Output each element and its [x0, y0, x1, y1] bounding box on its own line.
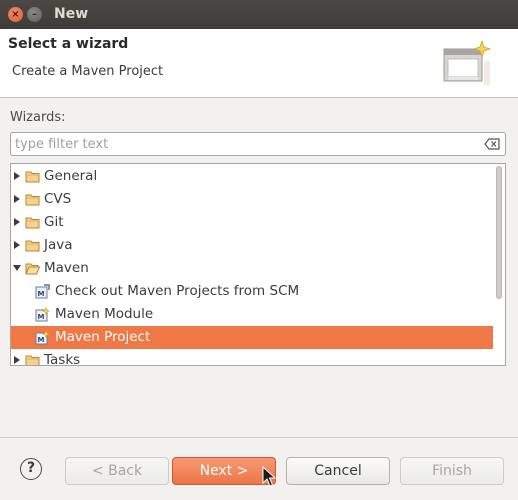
- collapse-arrow-icon[interactable]: [12, 263, 22, 273]
- maven-project-icon: M: [35, 330, 50, 345]
- back-button[interactable]: < Back: [65, 457, 169, 485]
- tree-item-label: Maven: [44, 260, 89, 276]
- tree-item-label: Check out Maven Projects from SCM: [55, 283, 300, 299]
- cancel-button[interactable]: Cancel: [286, 457, 390, 485]
- scrollbar-thumb[interactable]: [496, 166, 502, 299]
- close-window-button[interactable]: ×: [8, 7, 23, 22]
- expand-arrow-icon[interactable]: [12, 171, 22, 181]
- folder-icon: [25, 194, 40, 206]
- tree-item-cvs[interactable]: CVS: [11, 188, 493, 211]
- folder-icon: [25, 171, 40, 183]
- tree-item-java[interactable]: Java: [11, 234, 493, 257]
- finish-button[interactable]: Finish: [400, 457, 504, 485]
- header-description: Create a Maven Project: [12, 64, 164, 79]
- tree-item-maven[interactable]: Maven: [11, 257, 493, 280]
- help-button[interactable]: ?: [20, 458, 42, 480]
- tree-item-label: General: [44, 168, 98, 184]
- expand-arrow-icon[interactable]: [12, 240, 22, 250]
- title-bar: × – New: [0, 0, 518, 29]
- folder-icon: [25, 217, 40, 229]
- minimize-window-button[interactable]: –: [27, 7, 42, 22]
- tree-item-tasks[interactable]: Tasks: [11, 349, 493, 366]
- svg-text:M: M: [38, 336, 45, 344]
- window-title: New: [54, 6, 89, 22]
- open-folder-icon: [25, 263, 40, 275]
- filter-input[interactable]: [15, 135, 475, 153]
- tree-item-maven-project[interactable]: M Maven Project: [11, 326, 493, 349]
- tree-item-label: CVS: [44, 191, 72, 207]
- svg-text:M: M: [38, 290, 45, 298]
- wizards-label: Wizards:: [10, 110, 66, 125]
- svg-text:M: M: [38, 313, 45, 321]
- filter-field: [10, 132, 506, 156]
- tree-item-label: Tasks: [44, 352, 81, 366]
- maven-checkout-icon: M: [35, 284, 50, 299]
- tree-item-git[interactable]: Git: [11, 211, 493, 234]
- maven-module-icon: M: [35, 307, 50, 322]
- header-title: Select a wizard: [8, 36, 129, 52]
- new-wizard-banner-icon: [443, 39, 492, 85]
- tree-item-label: Maven Project: [55, 329, 151, 345]
- expand-arrow-icon[interactable]: [12, 194, 22, 204]
- tree-item-general[interactable]: General: [11, 165, 493, 188]
- folder-icon: [25, 355, 40, 365]
- footer-divider: [0, 437, 518, 438]
- tree-item-maven-module[interactable]: M Maven Module: [11, 303, 493, 326]
- next-button[interactable]: Next >: [172, 457, 276, 485]
- folder-icon: [25, 240, 40, 252]
- tree-scrollbar[interactable]: [495, 166, 503, 363]
- tree-item-label: Maven Module: [55, 306, 154, 322]
- clear-filter-icon[interactable]: [484, 138, 500, 150]
- wizard-tree[interactable]: General CVS Git Java Maven M Check out M…: [10, 163, 506, 366]
- expand-arrow-icon[interactable]: [12, 217, 22, 227]
- wizard-header: Select a wizard Create a Maven Project: [0, 29, 518, 98]
- tree-item-label: Git: [44, 214, 64, 230]
- mouse-cursor-icon: [262, 466, 276, 487]
- tree-item-label: Java: [44, 237, 73, 253]
- tree-item-checkout-maven-scm[interactable]: M Check out Maven Projects from SCM: [11, 280, 493, 303]
- expand-arrow-icon[interactable]: [12, 355, 22, 365]
